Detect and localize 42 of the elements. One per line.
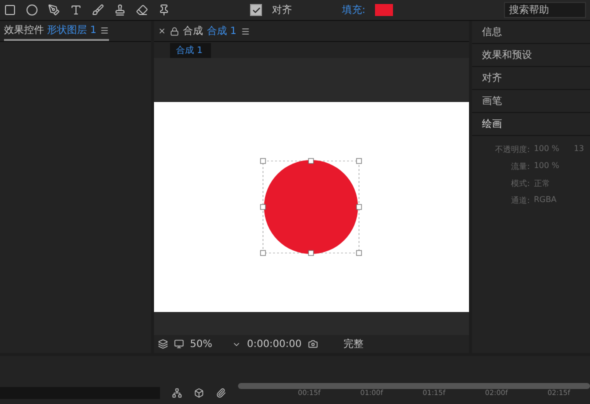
comp-tab-label[interactable]: 合成 [182, 24, 203, 38]
paint-label: 流量: [510, 161, 530, 172]
lock-icon[interactable] [170, 26, 179, 36]
quality-dropdown[interactable]: 完整 [344, 337, 364, 351]
panel-item[interactable]: 画笔 [472, 90, 590, 113]
ellipse-tool-icon[interactable] [26, 4, 38, 16]
comp-breadcrumb[interactable]: 合成 1 [170, 42, 211, 58]
layer-name: 形状图层 1 [47, 24, 97, 37]
menu-icon[interactable] [100, 26, 109, 34]
brush-size: 13 [572, 144, 584, 155]
panel-item[interactable]: 信息 [472, 21, 590, 44]
network-icon[interactable] [172, 388, 182, 398]
paint-label: 不透明度: [494, 144, 530, 155]
paint-label: 通道: [510, 195, 530, 206]
timecode[interactable]: 0:00:00:00 [246, 338, 302, 350]
paperclip-icon[interactable] [216, 388, 226, 398]
panel-item[interactable]: 效果和预设 [472, 44, 590, 67]
stamp-tool-icon[interactable] [114, 4, 126, 16]
text-tool-icon[interactable] [70, 4, 82, 16]
pin-tool-icon[interactable] [158, 4, 170, 16]
panel-title[interactable]: 效果控件 [4, 23, 44, 37]
fill-swatch[interactable] [375, 4, 394, 16]
search-field[interactable]: 搜索帮助 [504, 2, 586, 18]
fill-label: 填充: [342, 4, 366, 17]
panel-item[interactable]: 绘画 [472, 113, 590, 136]
monitor-icon[interactable] [174, 339, 184, 349]
panel-item[interactable]: 对齐 [472, 67, 590, 90]
select-icon[interactable] [4, 4, 16, 16]
align-checkbox[interactable] [250, 4, 262, 16]
close-icon[interactable] [158, 27, 166, 35]
menu-icon[interactable] [240, 26, 250, 36]
brush-tool-icon[interactable] [92, 4, 104, 16]
cube-icon[interactable] [194, 388, 204, 398]
pen-tool-icon[interactable] [48, 4, 60, 16]
eraser-tool-icon[interactable] [136, 4, 148, 16]
paint-label: 模式: [510, 178, 530, 189]
time-scrollbar[interactable] [238, 383, 590, 389]
comp-tab-name[interactable]: 合成 1 [206, 24, 237, 38]
camera-icon[interactable] [308, 339, 318, 349]
layers-icon[interactable] [158, 339, 168, 349]
align-label: 对齐 [272, 4, 292, 17]
zoom-dropdown[interactable]: 50% [190, 338, 226, 350]
